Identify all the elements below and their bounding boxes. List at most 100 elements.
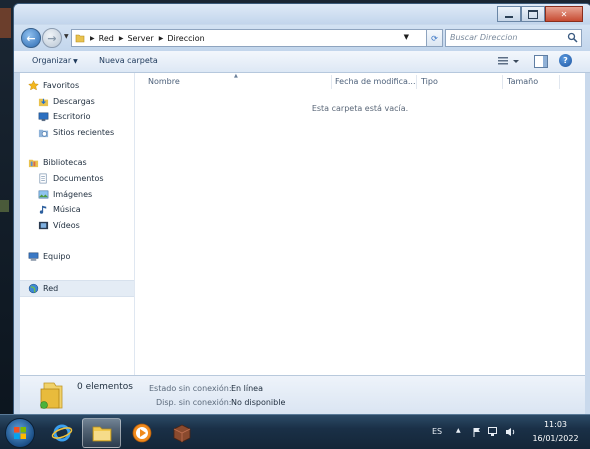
media-player-icon [132,423,151,443]
item-count: 0 elementos [77,382,133,392]
maximize-button[interactable] [521,6,545,22]
nav-pictures-label: Imágenes [53,190,93,199]
search-input[interactable]: Buscar Direccion [445,29,582,47]
column-separator[interactable] [416,75,417,89]
organize-menu-button[interactable]: Organizar ▼ [32,56,78,65]
taskbar-internet-explorer[interactable] [42,418,81,448]
help-icon[interactable]: ? [559,54,572,67]
column-separator[interactable] [502,75,503,89]
close-icon: ✕ [560,9,568,19]
organize-label: Organizar [32,56,72,65]
breadcrumb-red[interactable]: Red [99,34,114,43]
preview-pane-icon[interactable] [534,55,548,68]
internet-explorer-icon [51,424,72,442]
nav-item-desktop[interactable]: Escritorio [38,109,134,124]
new-folder-button[interactable]: Nueva carpeta [99,56,158,65]
nav-item-documents[interactable]: Documentos [38,171,134,186]
nav-network[interactable]: Red [20,280,134,297]
nav-item-music[interactable]: Música [38,202,134,217]
back-button[interactable]: ← [21,28,41,48]
package-icon [173,424,190,443]
breadcrumb-direccion[interactable]: Direccion [167,34,204,43]
network-status-icon[interactable] [488,427,499,437]
nav-network-label: Red [43,284,59,293]
star-icon [28,80,39,91]
volume-icon[interactable] [505,427,517,437]
refresh-icon: ⟳ [431,33,438,43]
background-window-edge [0,8,11,38]
nav-favorites[interactable]: Favoritos [28,78,134,93]
offline-status-value: En línea [231,384,264,393]
nav-documents-label: Documentos [53,174,104,183]
column-separator[interactable] [331,75,332,89]
chevron-right-icon: ▶ [90,34,95,42]
clock-time[interactable]: 11:03 [528,420,583,429]
nav-computer-label: Equipo [43,252,71,261]
change-view-icon[interactable] [497,55,521,67]
taskbar-media-player[interactable] [122,418,161,448]
nav-item-pictures[interactable]: Imágenes [38,187,134,202]
close-button[interactable]: ✕ [545,6,583,22]
action-center-flag-icon[interactable] [472,427,482,437]
title-bar[interactable]: ✕ [14,4,590,24]
nav-item-downloads[interactable]: Descargas [38,94,134,109]
libraries-icon [28,159,39,168]
column-header-type[interactable]: Tipo [421,77,438,86]
show-hidden-icons-button[interactable]: ▲ [456,427,461,434]
nav-downloads-label: Descargas [53,97,95,106]
command-bar: Organizar ▼ Nueva carpeta ? [14,51,590,73]
offline-availability-label: Disp. sin conexión: [156,398,232,407]
downloads-folder-icon [38,98,49,107]
pictures-icon [38,190,49,199]
column-header-date[interactable]: Fecha de modifica... [335,77,416,86]
column-separator[interactable] [559,75,560,89]
recent-places-icon [38,129,49,138]
column-header-name[interactable]: Nombre [148,77,180,86]
nav-item-videos[interactable]: Vídeos [38,218,134,233]
refresh-button[interactable]: ⟳ [426,29,443,47]
network-globe-icon [28,283,39,294]
folder-icon [92,426,111,442]
nav-computer[interactable]: Equipo [28,249,134,264]
back-arrow-icon: ← [26,31,36,45]
forward-button[interactable]: → [42,28,62,48]
address-history-dropdown[interactable]: ▼ [404,33,409,41]
nav-libraries[interactable]: Bibliotecas [28,155,134,170]
clock-date[interactable]: 16/01/2022 [528,434,583,443]
explorer-window: ✕ ← → ▼ ▶ Red ▶ Server ▶ Direccion ▼ ⟳ B… [13,3,590,416]
empty-folder-message: Esta carpeta está vacía. [311,104,409,113]
breadcrumb-server[interactable]: Server [127,34,153,43]
maximize-icon [528,9,538,19]
nav-item-recent-places[interactable]: Sitios recientes [38,125,134,140]
nav-libraries-label: Bibliotecas [43,158,87,167]
recent-pages-dropdown[interactable]: ▼ [64,33,69,40]
music-icon [39,205,47,214]
folder-large-icon [40,382,63,409]
column-header-size[interactable]: Tamaño [507,77,538,86]
nav-recent-places-label: Sitios recientes [53,128,115,137]
taskbar: ES ▲ 11:03 16/01/2022 [0,414,590,449]
address-bar[interactable]: ▶ Red ▶ Server ▶ Direccion ▼ [71,29,428,47]
forward-arrow-icon: → [47,31,57,45]
nav-music-label: Música [53,205,81,214]
file-list-area[interactable]: ▲ Nombre Fecha de modifica... Tipo Tamañ… [135,73,585,375]
chevron-right-icon[interactable]: ▶ [159,35,164,42]
taskbar-app-package[interactable] [162,418,201,448]
minimize-button[interactable] [497,6,521,22]
background-window-edge-2 [0,200,9,212]
language-indicator[interactable]: ES [432,427,442,436]
start-button[interactable] [5,418,35,448]
chevron-right-icon[interactable]: ▶ [119,35,124,42]
taskbar-windows-explorer[interactable] [82,418,121,448]
chevron-down-icon: ▼ [73,58,78,65]
computer-icon [28,252,39,261]
desktop-icon [38,112,49,122]
caption-buttons: ✕ [497,6,583,22]
offline-status-label: Estado sin conexión: [149,384,232,393]
details-pane: 0 elementos Estado sin conexión: En líne… [20,375,585,415]
nav-videos-label: Vídeos [53,221,80,230]
sort-indicator-icon: ▲ [234,73,238,79]
search-placeholder: Buscar Direccion [450,33,518,42]
nav-favorites-label: Favoritos [43,81,80,90]
search-icon[interactable] [567,32,578,43]
